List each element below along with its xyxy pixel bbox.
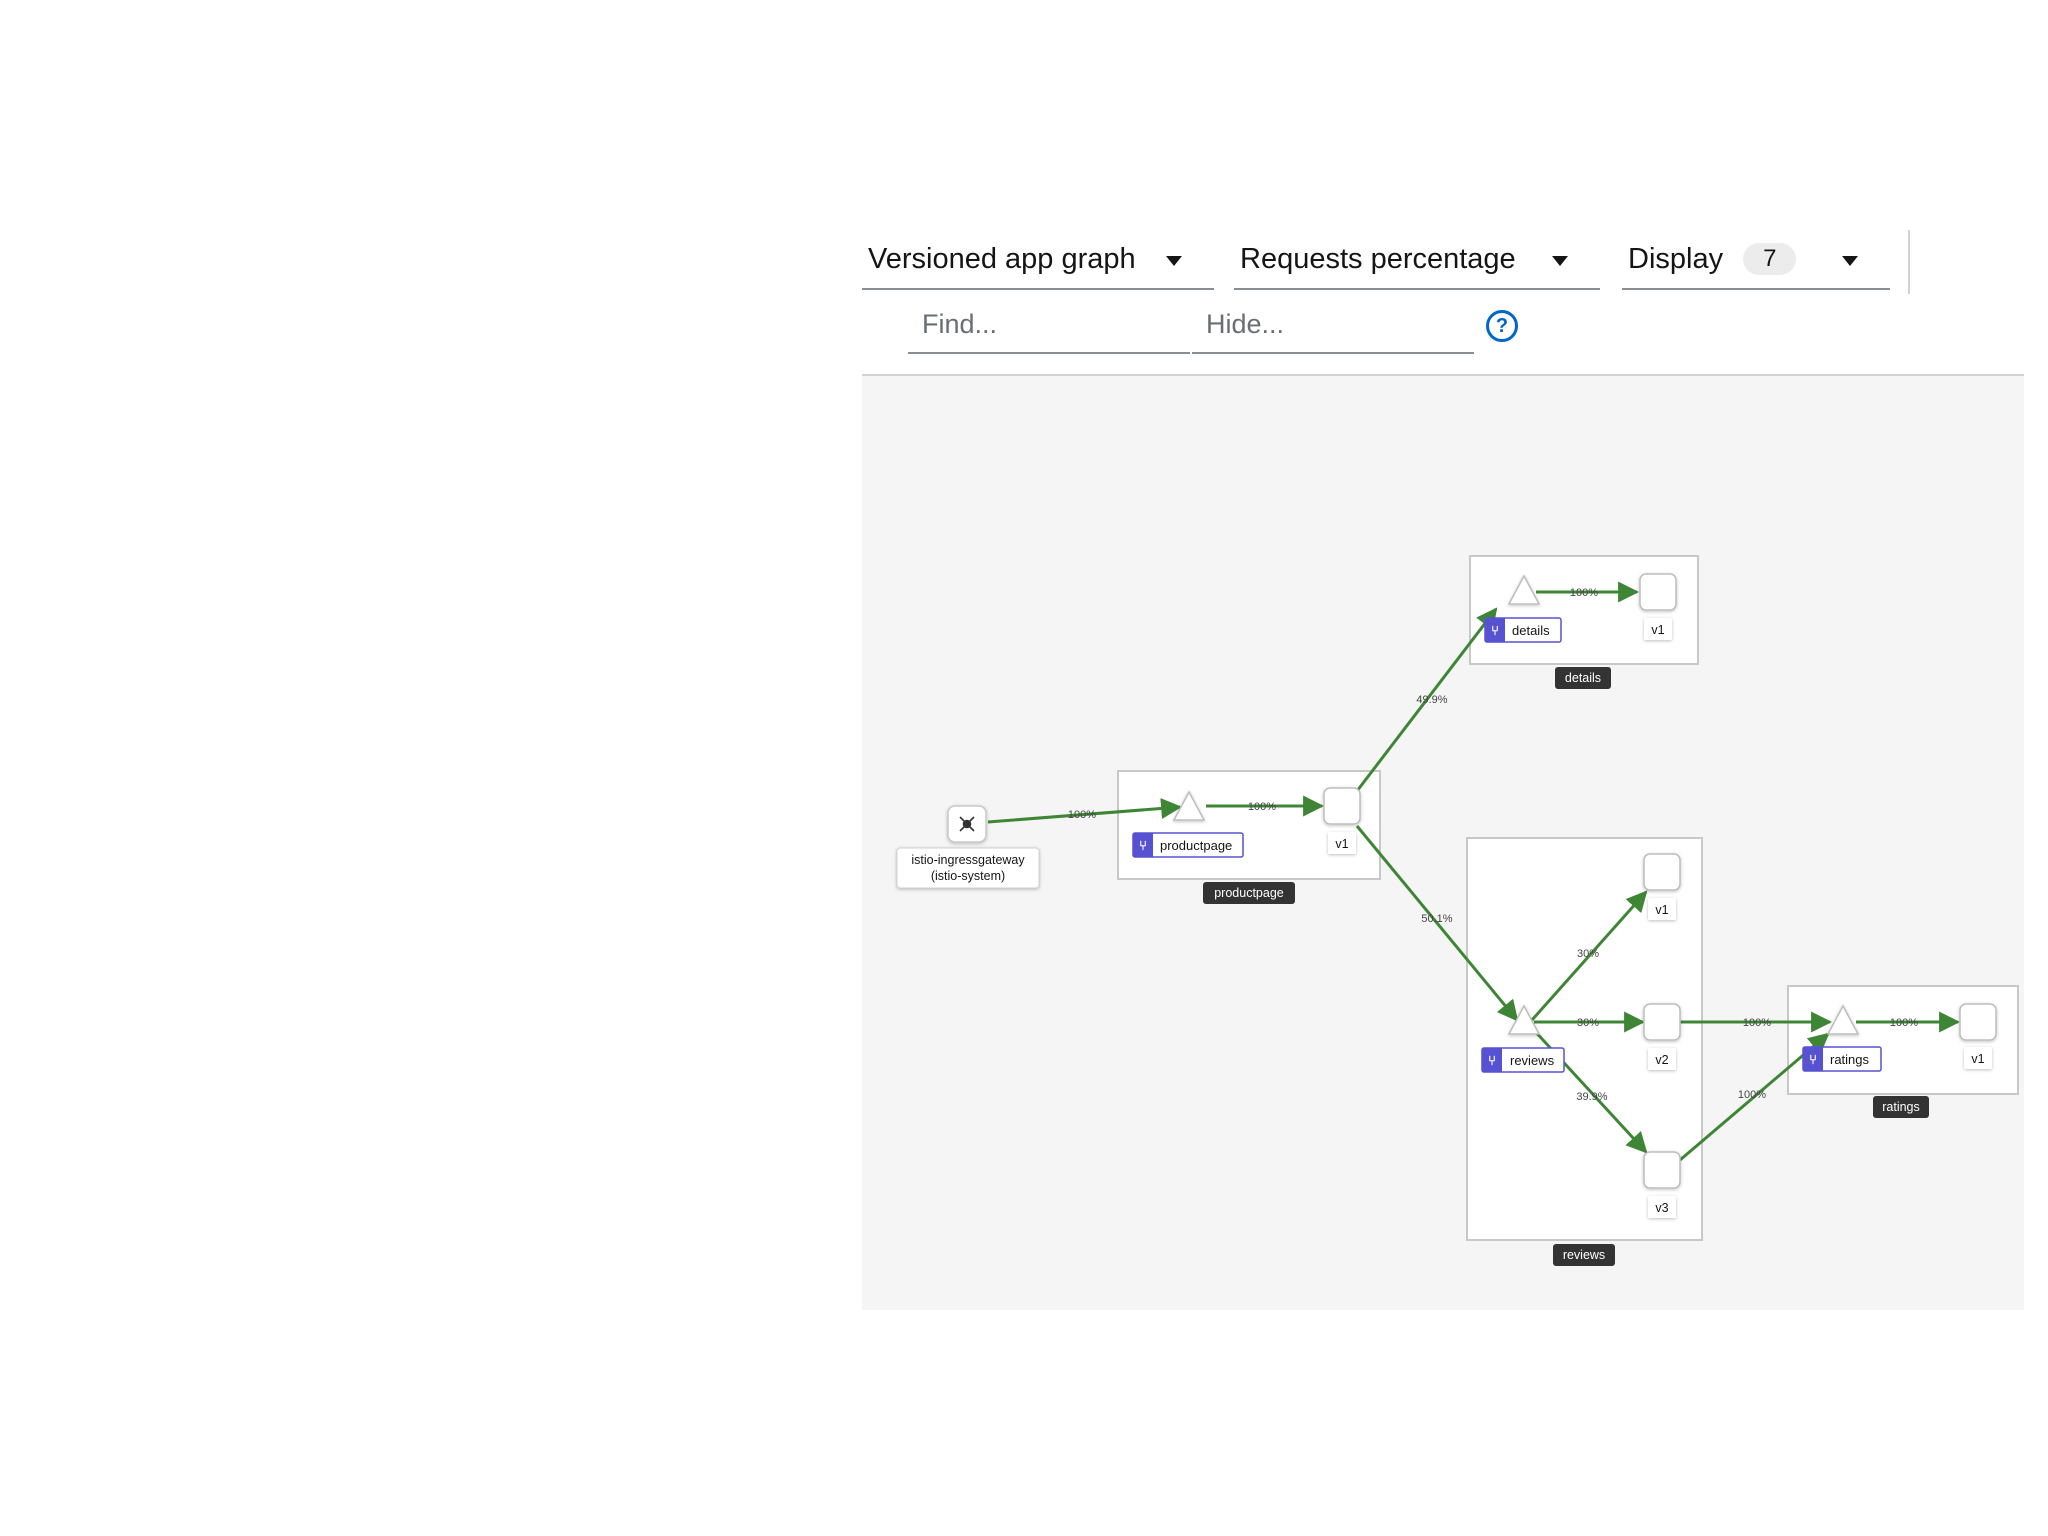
edge-label: 30%: [1577, 1017, 1599, 1029]
svg-text:ratings: ratings: [1882, 1100, 1920, 1114]
edge-label: 100%: [1248, 801, 1276, 813]
productpage-box-label: productpage: [1203, 882, 1295, 904]
graph-canvas[interactable]: 100% 100% 49.9% 50.1% 100% 30% 30% 39.9%…: [862, 376, 2024, 1310]
svg-text:productpage: productpage: [1214, 886, 1284, 900]
edge-label: 100%: [1743, 1017, 1771, 1029]
service-badge-icon: ⑂: [1139, 838, 1147, 853]
graph-svg[interactable]: 100% 100% 49.9% 50.1% 100% 30% 30% 39.9%…: [862, 376, 2024, 1310]
graph-toolbar: Versioned app graph Requests percentage …: [862, 230, 2024, 376]
caret-down-icon: [1842, 256, 1858, 266]
caret-down-icon: [1552, 256, 1568, 266]
graph-type-dropdown[interactable]: Versioned app graph: [862, 230, 1214, 290]
gateway-namespace-label: (istio-system): [931, 869, 1005, 883]
edge-label: 100%: [1570, 587, 1598, 599]
edge-label: 30%: [1577, 948, 1599, 960]
reviews-v3-node[interactable]: v3: [1643, 1151, 1681, 1218]
display-dropdown[interactable]: Display 7: [1622, 230, 1890, 290]
edge-labels-dropdown[interactable]: Requests percentage: [1234, 230, 1600, 290]
productpage-v1-node[interactable]: v1: [1323, 787, 1361, 854]
details-box-label: details: [1555, 667, 1611, 689]
service-badge-icon: ⑂: [1809, 1052, 1817, 1067]
help-icon[interactable]: ?: [1486, 310, 1518, 342]
reviews-v2-node[interactable]: v2: [1643, 1003, 1681, 1070]
edge-label: 100%: [1890, 1017, 1918, 1029]
toolbar-divider: [1908, 230, 1910, 294]
display-count-badge: 7: [1743, 243, 1797, 275]
ratings-v1-node[interactable]: v1: [1959, 1003, 1997, 1069]
reviews-v2-label: v2: [1655, 1053, 1668, 1067]
edge-label: 100%: [1068, 809, 1096, 821]
edge-label: 100%: [1738, 1089, 1766, 1101]
details-service-label: details: [1512, 623, 1550, 638]
productpage-box[interactable]: [1117, 770, 1381, 880]
caret-down-icon: [1166, 256, 1182, 266]
edge-label: 49.9%: [1416, 694, 1447, 706]
gateway-label: istio-ingressgateway: [911, 853, 1025, 867]
service-badge-icon: ⑂: [1491, 623, 1499, 638]
reviews-service-label: reviews: [1510, 1053, 1555, 1068]
reviews-v1-label: v1: [1655, 903, 1668, 917]
reviews-v3-label: v3: [1655, 1201, 1668, 1215]
graph-type-label: Versioned app graph: [868, 242, 1136, 275]
hide-input[interactable]: [1192, 296, 1474, 354]
reviews-v1-node[interactable]: v1: [1643, 853, 1681, 920]
edge-label: 50.1%: [1421, 913, 1452, 925]
service-badge-icon: ⑂: [1488, 1053, 1496, 1068]
ratings-service-label: ratings: [1830, 1052, 1870, 1067]
productpage-v1-label: v1: [1335, 837, 1348, 851]
ratings-box-label: ratings: [1873, 1096, 1929, 1118]
reviews-box-label: reviews: [1553, 1244, 1615, 1266]
display-label: Display: [1628, 242, 1724, 275]
productpage-service-label: productpage: [1160, 838, 1232, 853]
svg-text:details: details: [1565, 671, 1601, 685]
edge-label: 39.9%: [1576, 1091, 1607, 1103]
details-v1-label: v1: [1651, 623, 1664, 637]
find-input[interactable]: [908, 296, 1190, 354]
details-v1-node[interactable]: v1: [1639, 573, 1677, 640]
svg-text:reviews: reviews: [1563, 1248, 1605, 1262]
ratings-v1-label: v1: [1971, 1052, 1984, 1066]
edge-labels-label: Requests percentage: [1240, 242, 1516, 275]
